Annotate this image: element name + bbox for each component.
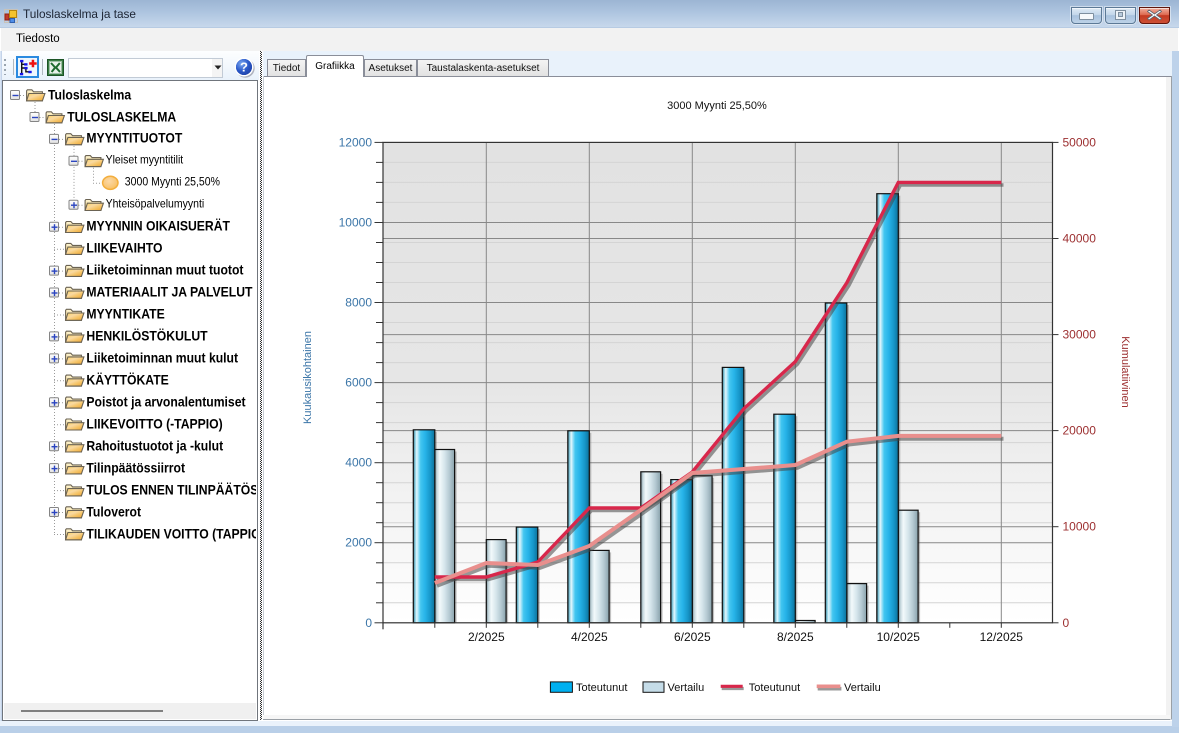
svg-text:40000: 40000 xyxy=(1063,232,1097,246)
svg-text:4000: 4000 xyxy=(345,456,372,470)
svg-text:Vertailu: Vertailu xyxy=(668,682,705,694)
svg-text:8000: 8000 xyxy=(345,296,372,310)
svg-text:Kuukausikohtainen: Kuukausikohtainen xyxy=(302,331,314,424)
svg-text:2/2025: 2/2025 xyxy=(468,630,505,644)
svg-text:0: 0 xyxy=(365,616,372,630)
svg-text:20000: 20000 xyxy=(1063,424,1097,438)
svg-text:0: 0 xyxy=(1063,616,1070,630)
svg-text:Toteutunut: Toteutunut xyxy=(576,682,627,694)
svg-text:12000: 12000 xyxy=(339,135,373,149)
svg-text:4/2025: 4/2025 xyxy=(571,630,608,644)
svg-text:10000: 10000 xyxy=(339,216,373,230)
svg-text:50000: 50000 xyxy=(1063,135,1097,149)
svg-text:30000: 30000 xyxy=(1063,328,1097,342)
svg-text:Toteutunut: Toteutunut xyxy=(749,682,800,694)
svg-text:6000: 6000 xyxy=(345,376,372,390)
svg-text:10000: 10000 xyxy=(1063,520,1097,534)
svg-text:10/2025: 10/2025 xyxy=(877,630,921,644)
svg-text:?: ? xyxy=(240,60,248,75)
svg-text:6/2025: 6/2025 xyxy=(674,630,711,644)
svg-text:12/2025: 12/2025 xyxy=(980,630,1024,644)
svg-text:8/2025: 8/2025 xyxy=(777,630,814,644)
svg-text:2000: 2000 xyxy=(345,536,372,550)
svg-text:Kumulatiivinen: Kumulatiivinen xyxy=(1119,336,1131,408)
svg-text:Vertailu: Vertailu xyxy=(844,682,881,694)
svg-text:3000 Myynti 25,50%: 3000 Myynti 25,50% xyxy=(667,100,767,112)
